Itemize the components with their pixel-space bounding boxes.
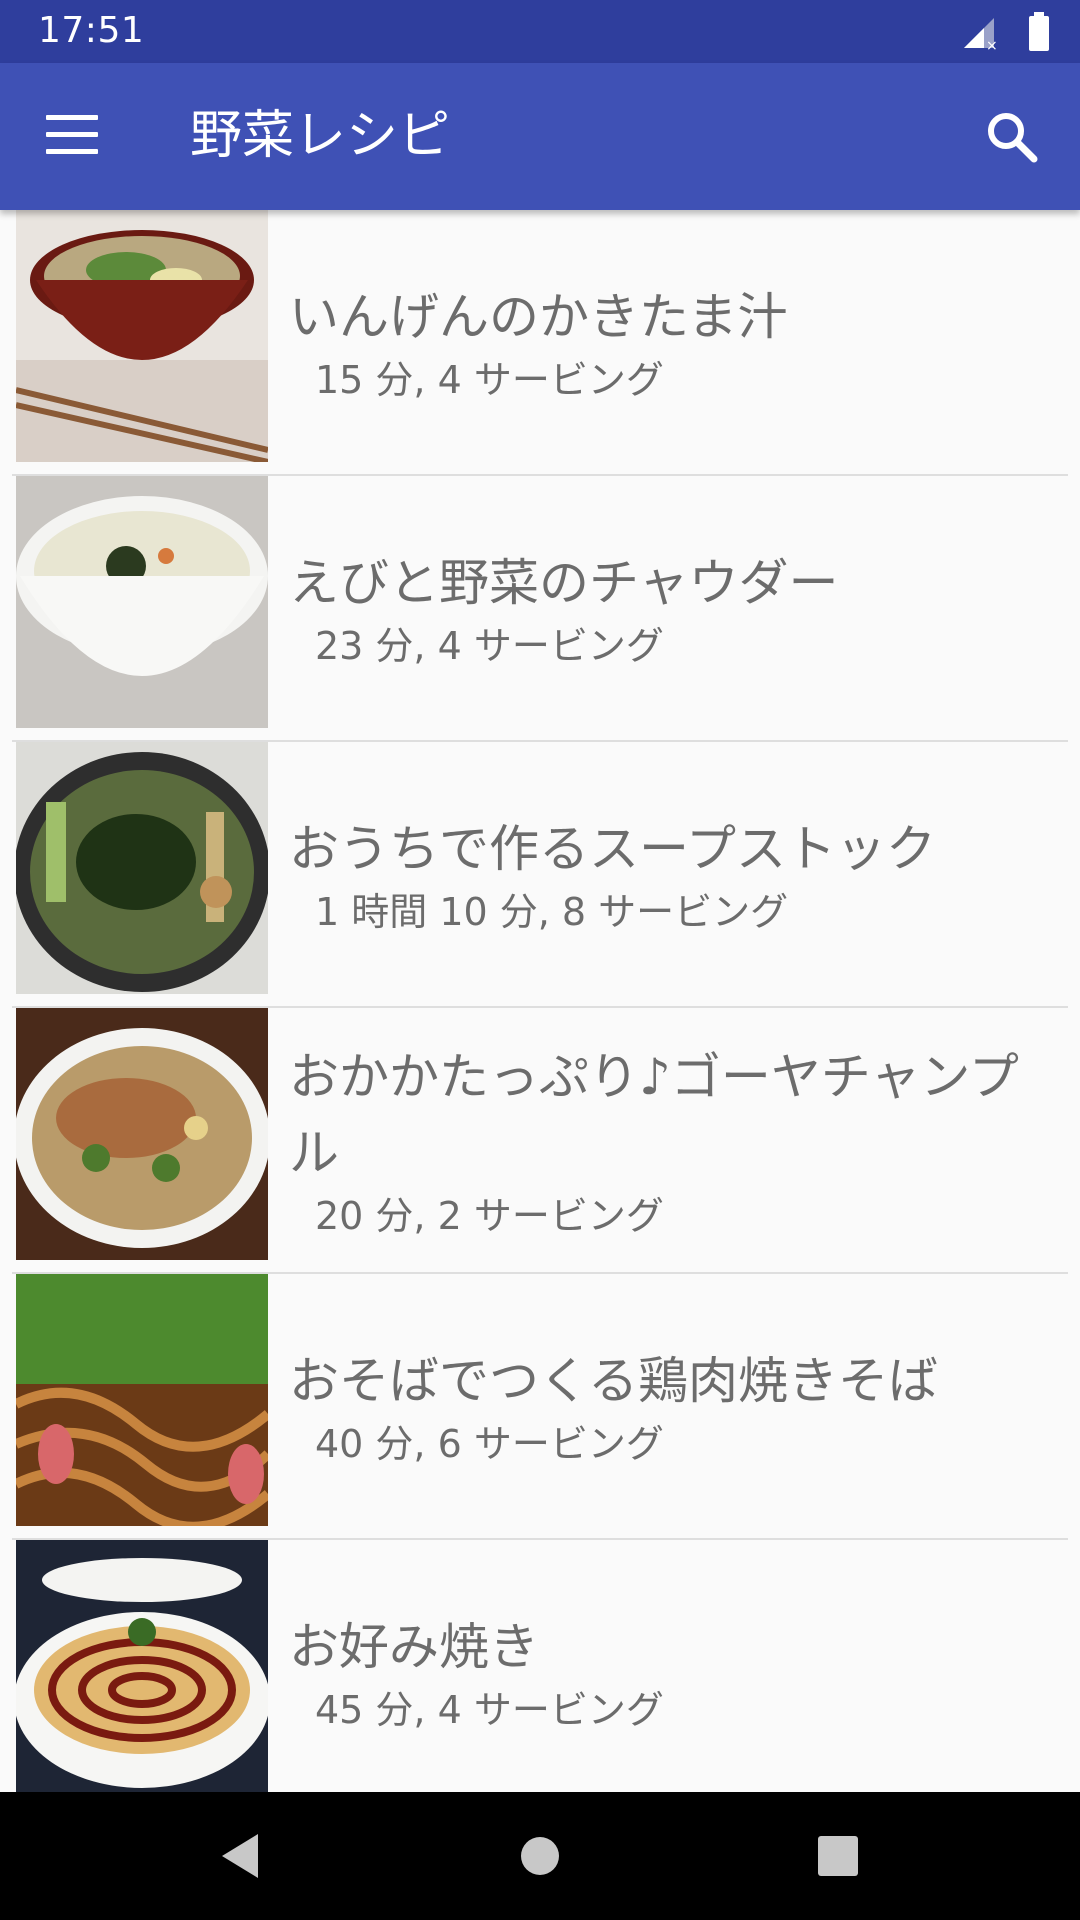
recipe-list: いんげんのかきたま汁 15 分, 4 サービング えびと野菜のチャウダー 23 … [0,210,1080,1806]
recipe-meta: 15 分, 4 サービング [315,358,664,402]
search-icon [988,113,1038,163]
recipe-image [16,210,268,462]
recipe-title: えびと野菜のチャウダー [289,554,839,612]
recipe-image [16,742,268,994]
recipe-meta: 23 分, 4 サービング [315,624,664,668]
home-icon [521,1837,559,1875]
back-icon [222,1834,258,1878]
recipe-title: おそばでつくる鶏肉焼きそば [289,1352,938,1410]
recents-icon [818,1836,858,1876]
recipe-image [16,1274,268,1526]
recipe-row[interactable]: おうちで作るスープストック 1 時間 10 分, 8 サービング [12,742,1068,1008]
status-icons: × [960,12,1050,54]
recipe-image [16,1008,268,1260]
recipe-row[interactable]: いんげんのかきたま汁 15 分, 4 サービング [12,210,1068,476]
status-bar: 17:51 × [0,0,1080,63]
recipe-row[interactable]: おかかたっぷり♪ゴーヤチャンプル 20 分, 2 サービング [12,1008,1068,1274]
recipe-meta: 20 分, 2 サービング [315,1194,664,1238]
recipe-image [16,1540,268,1792]
system-nav-bar [0,1792,1080,1920]
recipe-row[interactable]: えびと野菜のチャウダー 23 分, 4 サービング [12,476,1068,742]
home-button[interactable] [512,1828,568,1884]
menu-icon-bar [46,115,98,120]
page-title: 野菜レシピ [190,106,451,166]
app-bar: 野菜レシピ [0,63,1080,210]
recipe-title: おかかたっぷり♪ゴーヤチャンプル [289,1048,1019,1182]
recipe-title: お好み焼き [289,1618,539,1676]
recents-button[interactable] [810,1828,866,1884]
recipe-image [16,476,268,728]
recipe-title: おうちで作るスープストック [289,820,936,878]
svg-text:×: × [986,38,998,52]
recipe-row[interactable]: おそばでつくる鶏肉焼きそば 40 分, 6 サービング [12,1274,1068,1540]
menu-icon-bar [46,149,98,154]
battery-icon [1029,12,1049,51]
menu-button[interactable] [46,115,100,159]
recipe-row[interactable]: お好み焼き 45 分, 4 サービング [12,1540,1068,1806]
recipe-meta: 1 時間 10 分, 8 サービング [315,890,789,934]
back-button[interactable] [214,1828,270,1884]
status-time: 17:51 [38,10,145,51]
recipe-meta: 45 分, 4 サービング [315,1688,664,1732]
recipe-meta: 40 分, 6 サービング [315,1422,664,1466]
search-button[interactable] [982,107,1042,167]
recipe-title: いんげんのかきたま汁 [289,288,788,346]
menu-icon-bar [46,132,98,137]
